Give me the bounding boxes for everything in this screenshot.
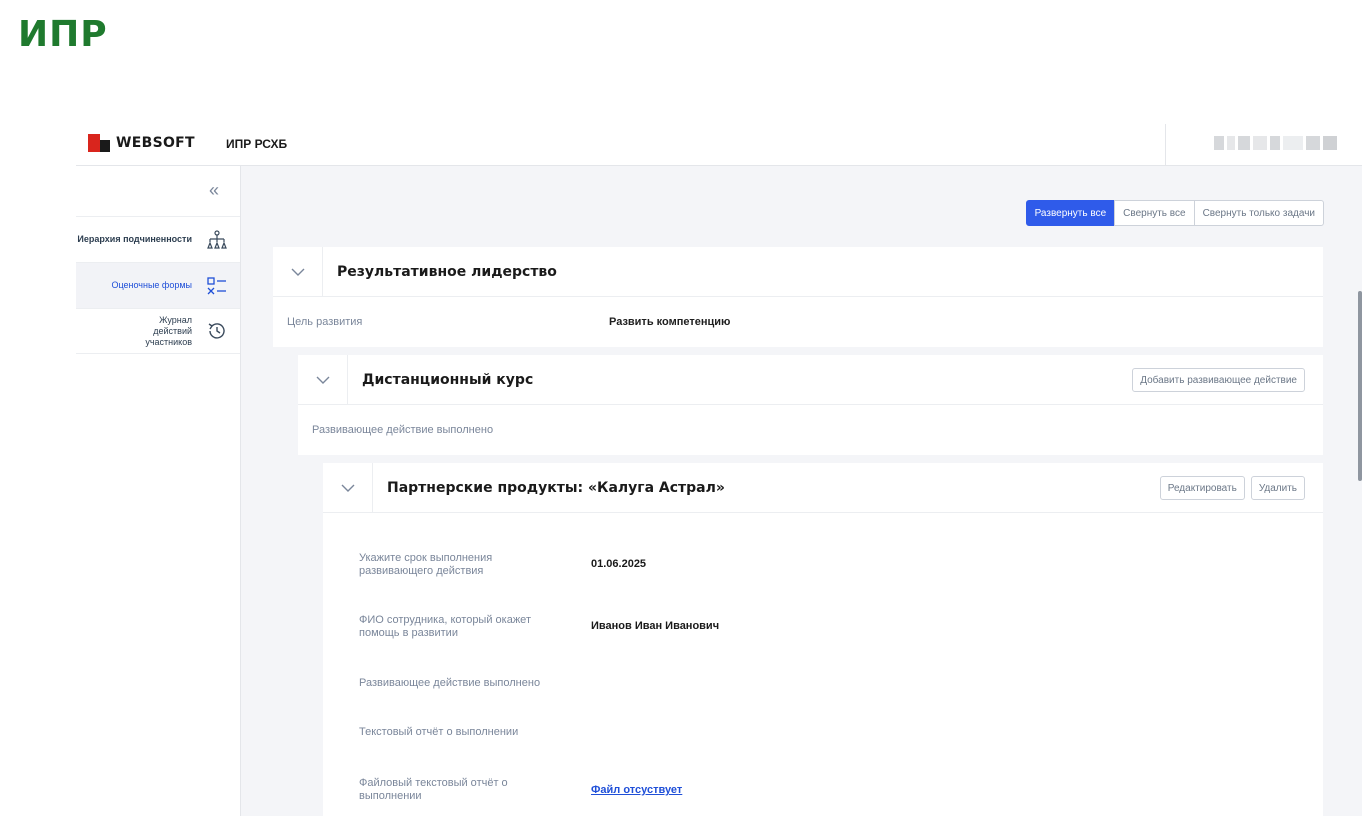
topbar-divider: [1165, 124, 1166, 166]
app-name: ИПР РСХБ: [226, 137, 288, 151]
hierarchy-icon: [206, 229, 228, 251]
text-report-label: Текстовый отчёт о выполнении: [359, 726, 519, 738]
sidebar-item-assessment-forms[interactable]: Оценочные формы: [76, 262, 240, 308]
chevron-down-icon[interactable]: [273, 246, 323, 297]
distance-course-title: Дистанционный курс: [362, 371, 534, 388]
expand-collapse-toolbar: Развернуть все Свернуть все Свернуть тол…: [1025, 200, 1324, 226]
collapse-all-button[interactable]: Свернуть все: [1114, 200, 1195, 226]
status-row: Развивающее действие выполнено: [298, 405, 1323, 455]
delete-button[interactable]: Удалить: [1250, 476, 1305, 500]
file-report-label: Файловый текстовый отчёт о выполнении: [359, 777, 508, 802]
partner-products-card: Партнерские продукты: «Калуга Астрал» Ре…: [323, 462, 1323, 816]
competency-card-header: Результативное лидерство: [273, 246, 1323, 297]
collapse-tasks-button[interactable]: Свернуть только задачи: [1193, 200, 1324, 226]
deadline-value: 01.06.2025: [591, 558, 647, 570]
page-brand-title: ИПР: [18, 14, 108, 55]
top-bar: WEBSOFT ИПР РСХБ: [76, 124, 1362, 166]
add-development-action-button[interactable]: Добавить развивающее действие: [1132, 368, 1305, 392]
logo-text: WEBSOFT: [116, 135, 195, 151]
competency-card: Результативное лидерство Цель развития Р…: [273, 246, 1323, 347]
distance-course-card: Дистанционный курс Добавить развивающее …: [298, 354, 1323, 455]
chevron-down-icon[interactable]: [323, 462, 373, 513]
card-actions: Редактировать Удалить: [1159, 476, 1305, 500]
user-profile-blurred[interactable]: [1214, 136, 1337, 150]
mentor-label: ФИО сотрудника, который окажет помощь в …: [359, 614, 531, 639]
distance-course-header: Дистанционный курс Добавить развивающее …: [298, 354, 1323, 405]
competency-title: Результативное лидерство: [337, 263, 557, 280]
websoft-logo-mark: [88, 134, 110, 152]
mentor-value: Иванов Иван Иванович: [591, 620, 720, 632]
app-window: WEBSOFT ИПР РСХБ « Иерархия подчиненност…: [76, 124, 1362, 816]
sidebar-item-label: Иерархия подчиненности: [77, 234, 192, 244]
goal-label: Цель развития: [287, 316, 363, 328]
sidebar-item-action-log[interactable]: Журнал действий участников: [76, 308, 240, 354]
main-content: Развернуть все Свернуть все Свернуть тол…: [241, 166, 1362, 816]
history-icon: [206, 320, 228, 342]
partner-products-header: Партнерские продукты: «Калуга Астрал» Ре…: [323, 462, 1323, 513]
file-missing-link[interactable]: Файл отсуствует: [591, 784, 682, 796]
edit-button[interactable]: Редактировать: [1159, 476, 1245, 500]
chevron-down-icon[interactable]: [298, 354, 348, 405]
sidebar-item-label: Оценочные формы: [111, 280, 192, 290]
goal-value: Развить компетенцию: [609, 316, 731, 328]
status-text: Развивающее действие выполнено: [312, 424, 494, 436]
sidebar-item-hierarchy[interactable]: Иерархия подчиненности: [76, 216, 240, 262]
completed-label: Развивающее действие выполнено: [359, 677, 541, 689]
goal-row: Цель развития Развить компетенцию: [273, 297, 1323, 347]
websoft-logo[interactable]: WEBSOFT: [88, 134, 195, 152]
checklist-icon: [206, 275, 228, 297]
partner-products-title: Партнерские продукты: «Калуга Астрал»: [387, 479, 725, 496]
double-chevron-left-icon[interactable]: «: [209, 180, 219, 201]
sidebar: « Иерархия подчиненности Оценочные формы…: [76, 166, 241, 816]
deadline-label: Укажите срок выполнения развивающего дей…: [359, 552, 493, 577]
sidebar-item-label: Журнал действий участников: [145, 314, 192, 347]
expand-all-button[interactable]: Развернуть все: [1025, 200, 1116, 226]
vertical-scrollbar[interactable]: [1358, 291, 1362, 481]
